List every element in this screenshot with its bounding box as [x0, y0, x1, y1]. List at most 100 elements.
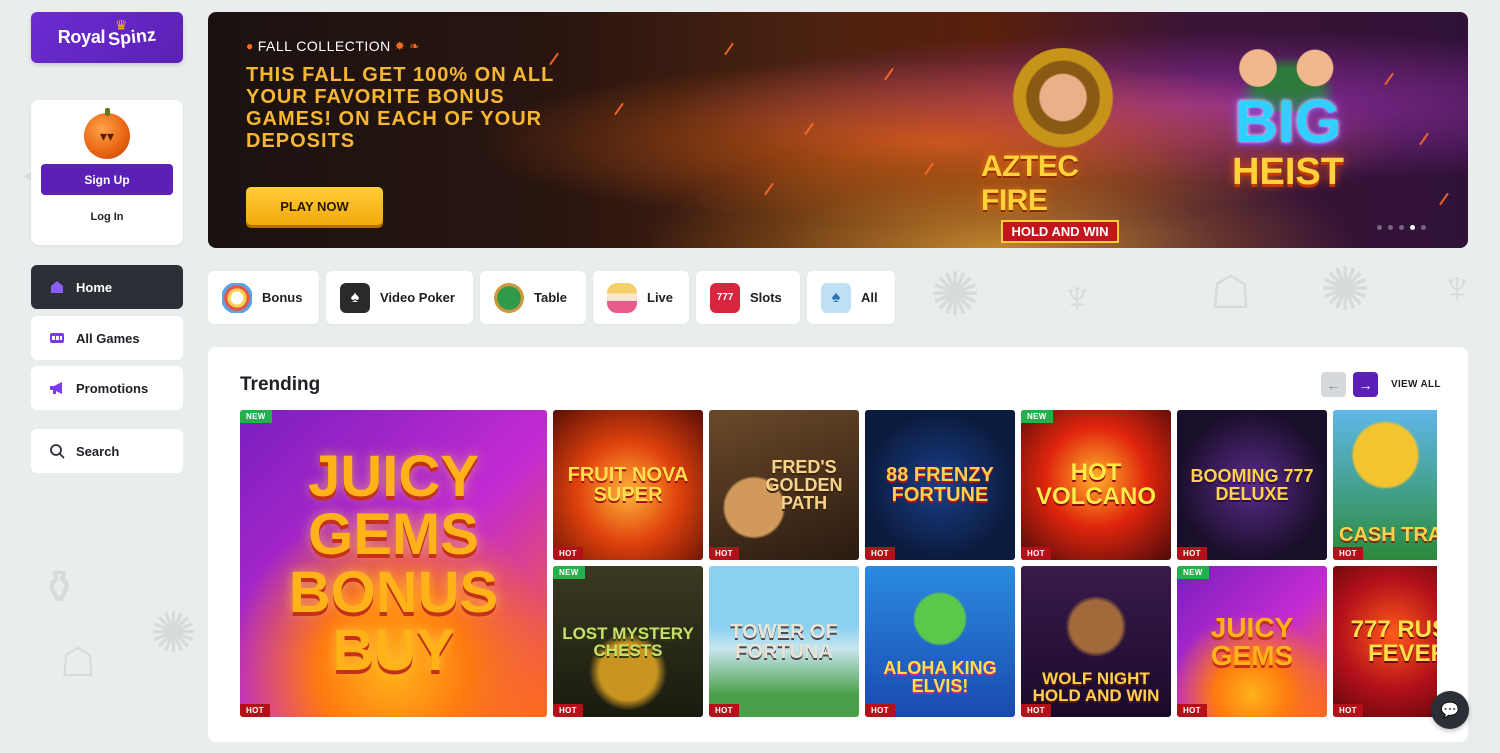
- game-tile-lost-mystery-chests[interactable]: LOST MYSTERY CHESTS NEW HOT: [553, 566, 703, 717]
- category-label: Bonus: [262, 290, 303, 305]
- sidebar-item-home[interactable]: Home: [31, 265, 183, 309]
- category-table[interactable]: Table: [480, 271, 586, 324]
- banner-kicker: ● FALL COLLECTION ✸ ❧: [246, 38, 420, 54]
- new-badge: NEW: [240, 410, 272, 423]
- game-tile-wolf-night[interactable]: WOLF NIGHT HOLD AND WIN HOT: [1021, 566, 1171, 717]
- hot-badge: HOT: [709, 547, 739, 560]
- bonus-wheel-icon: [222, 282, 252, 313]
- logo-word-spinz: Spinz: [107, 24, 158, 50]
- banner-kicker-text: FALL COLLECTION: [257, 38, 391, 54]
- big-heist-title-1: BIG: [1234, 88, 1342, 155]
- cards-icon: ♠: [340, 282, 370, 313]
- sidebar-item-label: All Games: [76, 330, 140, 346]
- trending-title: Trending: [240, 374, 321, 395]
- view-all-link[interactable]: VIEW ALL: [1391, 379, 1441, 390]
- carousel-dot[interactable]: [1377, 225, 1382, 230]
- logo-word-royal: Royal: [57, 27, 106, 47]
- game-title: FRUIT NOVA Super: [567, 464, 689, 506]
- arrow-right-icon: →: [1358, 376, 1373, 393]
- game-tile-fruit-nova[interactable]: FRUIT NOVA Super HOT: [553, 410, 703, 560]
- sidebar-item-promotions[interactable]: Promotions: [31, 366, 183, 410]
- game-title: JUICY GEMS BONUS BUY: [288, 443, 499, 683]
- royal-spinz-logo[interactable]: ♛ Royal Spinz: [31, 12, 183, 63]
- megaphone-icon: [48, 379, 66, 397]
- carousel-dot[interactable]: [1421, 225, 1426, 230]
- maple-leaf-icon: ✸: [394, 39, 406, 53]
- carousel-dot-active[interactable]: [1410, 225, 1415, 230]
- sign-up-button[interactable]: Sign Up: [41, 164, 173, 195]
- play-now-button[interactable]: PLAY NOW: [246, 187, 383, 225]
- game-title: CASH TRAIN: [1339, 524, 1437, 546]
- all-cards-icon: ♠: [821, 282, 851, 313]
- carousel-dot[interactable]: [1388, 225, 1393, 230]
- next-arrow-button[interactable]: →: [1353, 372, 1378, 397]
- category-label: Slots: [750, 290, 782, 305]
- table-icon: [494, 282, 524, 313]
- category-bonus[interactable]: Bonus: [208, 271, 319, 324]
- category-slots[interactable]: 777 Slots: [696, 271, 800, 324]
- autumn-leaves-icon: ❧: [409, 39, 420, 53]
- hot-badge: HOT: [240, 704, 270, 717]
- hot-badge: HOT: [709, 704, 739, 717]
- live-dealer-icon: [607, 282, 637, 313]
- game-tile-juicy-gems-bonus-buy[interactable]: JUICY GEMS BONUS BUY NEW HOT: [240, 410, 547, 717]
- sidebar-item-label: Home: [76, 279, 113, 295]
- pumpkin-avatar-icon: ▾▾: [84, 108, 130, 159]
- trending-section: Trending ← → VIEW ALL JUICY GEMS BONUS B…: [208, 347, 1468, 742]
- live-chat-button[interactable]: 💬: [1431, 691, 1469, 729]
- game-grid: JUICY GEMS BONUS BUY NEW HOT FRUIT NOVA …: [240, 410, 1437, 717]
- category-label: Table: [534, 290, 567, 305]
- hot-badge: HOT: [1021, 547, 1051, 560]
- game-tile-777-rush-fever[interactable]: 777 RUSH Fever HOT: [1333, 566, 1437, 717]
- sidebar-item-label: Search: [76, 443, 120, 459]
- games-icon: [48, 329, 66, 347]
- category-live[interactable]: Live: [593, 271, 689, 324]
- game-tile-hot-volcano[interactable]: HOT VOLCANO NEW HOT: [1021, 410, 1171, 560]
- hot-badge: HOT: [1177, 704, 1207, 717]
- new-badge: NEW: [553, 566, 585, 579]
- hot-badge: HOT: [865, 704, 895, 717]
- aztec-queen-illustration: [1008, 48, 1118, 158]
- category-label: Live: [647, 290, 674, 305]
- slot-machine-icon: 777: [710, 282, 740, 313]
- sidebar-item-all-games[interactable]: All Games: [31, 316, 183, 360]
- sidebar-item-search[interactable]: Search: [31, 429, 183, 473]
- aztec-fire-subtitle: HOLD AND WIN: [1001, 220, 1119, 243]
- sidebar-item-label: Promotions: [76, 380, 149, 396]
- carousel-dot[interactable]: [1399, 225, 1404, 230]
- category-all[interactable]: ♠ All: [807, 271, 895, 324]
- auth-card: ▾▾ Sign Up Log In: [31, 100, 183, 245]
- category-video-poker[interactable]: ♠ Video Poker: [326, 271, 473, 324]
- game-title: Aloha KING ELVIS!: [883, 657, 997, 696]
- game-tile-cash-train[interactable]: CASH TRAIN HOT: [1333, 410, 1437, 560]
- game-tile-freds-golden-path[interactable]: FRED'S GOLDEN PATH HOT: [709, 410, 859, 560]
- game-tile-88-frenzy-fortune[interactable]: 88 FRENZY FORTUNE HOT: [865, 410, 1015, 560]
- previous-arrow-button[interactable]: ←: [1321, 372, 1346, 397]
- aztec-fire-logo[interactable]: AZTEC FIRE HOLD AND WIN: [981, 150, 1139, 243]
- search-icon: [48, 442, 66, 460]
- game-title: TOWER OF FORTUNA: [730, 620, 838, 663]
- promo-banner[interactable]: ● FALL COLLECTION ✸ ❧ THIS FALL GET 100%…: [208, 12, 1468, 248]
- hot-badge: HOT: [1021, 704, 1051, 717]
- game-title: WOLF NIGHT HOLD AND WIN: [1032, 668, 1160, 705]
- log-in-link[interactable]: Log In: [41, 207, 173, 227]
- arrow-left-icon: ←: [1326, 376, 1341, 393]
- big-heist-logo[interactable]: BIG HEIST: [1208, 92, 1368, 222]
- new-badge: NEW: [1021, 410, 1053, 423]
- game-tile-aloha-king-elvis[interactable]: Aloha KING ELVIS! HOT: [865, 566, 1015, 717]
- hot-badge: HOT: [553, 704, 583, 717]
- game-tile-tower-of-fortuna[interactable]: TOWER OF FORTUNA HOT: [709, 566, 859, 717]
- pumpkin-icon: ●: [246, 39, 254, 53]
- home-icon: [48, 278, 66, 296]
- game-tile-juicy-gems[interactable]: JUICY GEMS NEW HOT: [1177, 566, 1327, 717]
- banner-headline: THIS FALL GET 100% ON ALL YOUR FAVORITE …: [246, 64, 555, 152]
- game-title: BOOMING 777 DELUXE: [1190, 466, 1314, 504]
- game-title: 88 FRENZY FORTUNE: [886, 464, 994, 506]
- game-title: FRED'S GOLDEN PATH: [765, 457, 843, 513]
- new-badge: NEW: [1177, 566, 1209, 579]
- hot-badge: HOT: [865, 547, 895, 560]
- hot-badge: HOT: [553, 547, 583, 560]
- hot-badge: HOT: [1333, 547, 1363, 560]
- game-title: LOST MYSTERY CHESTS: [562, 623, 694, 660]
- game-tile-booming-777-deluxe[interactable]: BOOMING 777 DELUXE HOT: [1177, 410, 1327, 560]
